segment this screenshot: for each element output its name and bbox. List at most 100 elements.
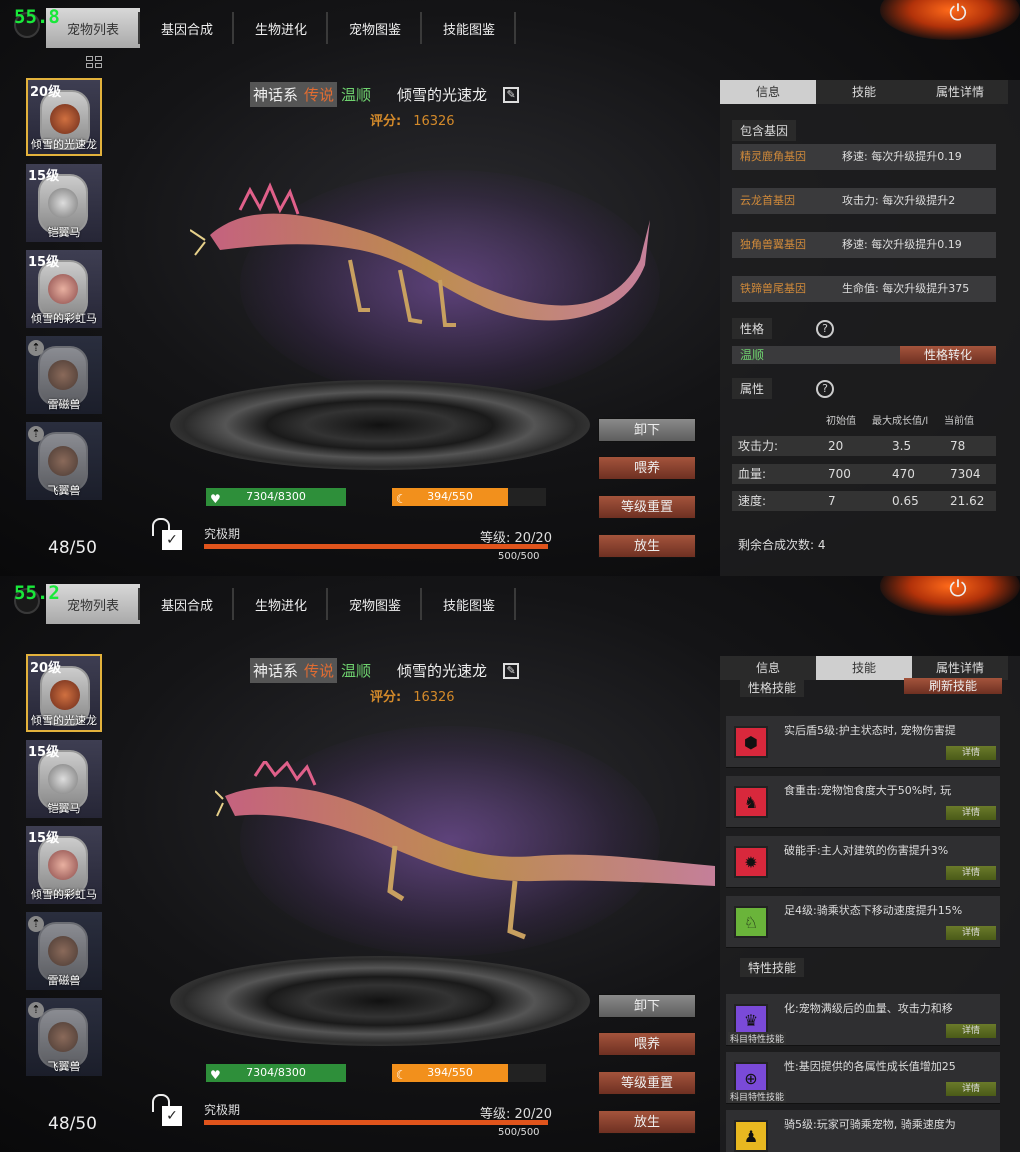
pet-name: 倾雪的彩虹马 bbox=[31, 888, 97, 901]
dragon-model bbox=[190, 182, 650, 327]
food-icon: ☾ bbox=[396, 492, 407, 506]
pet-card-2[interactable]: 15级 铠翼马 bbox=[26, 740, 102, 818]
food-icon: ☾ bbox=[396, 1068, 407, 1082]
unequip-button[interactable]: 卸下 bbox=[598, 994, 696, 1018]
health-text: 7304/8300 bbox=[246, 490, 306, 503]
tab-evolution[interactable]: 生物进化 bbox=[234, 584, 328, 624]
tab-pet-list[interactable]: 宠物列表 bbox=[46, 584, 140, 624]
pet-name: 飞翼兽 bbox=[47, 1060, 81, 1073]
power-icon[interactable]: ⏻ bbox=[946, 2, 970, 26]
pet-portrait bbox=[48, 188, 78, 218]
release-button[interactable]: 放生 bbox=[598, 1110, 696, 1134]
gene-row: 云龙首基因 攻击力: 每次升级提升2 bbox=[732, 188, 996, 214]
release-button[interactable]: 放生 bbox=[598, 534, 696, 558]
tab-skills[interactable]: 技能 bbox=[816, 80, 912, 104]
reset-level-button[interactable]: 等级重置 bbox=[598, 495, 696, 519]
temperament-title: 性格 bbox=[732, 318, 773, 339]
skill-details-button[interactable]: 详情 bbox=[946, 866, 996, 880]
gear-icon: ✹ bbox=[734, 846, 768, 878]
skill-desc: 化:宠物满级后的血量、攻击力和移 bbox=[784, 1002, 953, 1015]
pet-list: 20级 倾雪的光速龙 15级 铠翼马 15级 倾雪的彩虹马 ⇡ 雷磁兽 ⇡ 飞翼… bbox=[26, 654, 104, 1084]
gene-name: 铁蹄兽尾基因 bbox=[740, 282, 806, 295]
skill-row[interactable]: ♞ 食重击:宠物饱食度大于50%时, 玩 详情 bbox=[726, 776, 1000, 828]
pet-name: 铠翼马 bbox=[47, 226, 81, 239]
tab-pet-codex[interactable]: 宠物图鉴 bbox=[328, 8, 422, 48]
info-panel: 信息 技能 属性详情 包含基因 精灵鹿角基因 移速: 每次升级提升0.19 云龙首… bbox=[720, 80, 1020, 576]
tab-attr-details[interactable]: 属性详情 bbox=[912, 656, 1008, 680]
pet-header: 神话系 传说 温顺 倾雪的光速龙 ✎ bbox=[250, 658, 520, 683]
pet-card-4[interactable]: ⇡ 雷磁兽 bbox=[26, 336, 102, 414]
skill-details-button[interactable]: 详情 bbox=[946, 746, 996, 760]
power-icon[interactable]: ⏻ bbox=[946, 578, 970, 602]
pet-card-1[interactable]: 20级 倾雪的光速龙 bbox=[26, 654, 102, 732]
skill-desc: 足4级:骑乘状态下移动速度提升15% bbox=[784, 904, 963, 917]
pet-card-4[interactable]: ⇡ 雷磁兽 bbox=[26, 912, 102, 990]
tab-skills[interactable]: 技能 bbox=[816, 656, 912, 680]
skills-panel: 信息 技能 属性详情 性格技能 刷新技能 ⬢ 实后盾5级:护主状态时, 宠物伤害… bbox=[720, 656, 1020, 1152]
feed-button[interactable]: 喂养 bbox=[598, 1032, 696, 1056]
pet-card-5[interactable]: ⇡ 飞翼兽 bbox=[26, 998, 102, 1076]
hunger-bar-track bbox=[508, 488, 546, 506]
pet-header: 神话系 传说 温顺 倾雪的光速龙 ✎ bbox=[250, 82, 520, 107]
edit-icon[interactable]: ✎ bbox=[503, 86, 520, 103]
skill-row[interactable]: ♛ 化:宠物满级后的血量、攻击力和移 详情 科目特性技能 bbox=[726, 994, 1000, 1046]
attr-header-growth: 最大成长值/l bbox=[872, 416, 929, 427]
skill-row[interactable]: ♟ 骑5级:玩家可骑乘宠物, 骑乘速度为 bbox=[726, 1110, 1000, 1152]
attr-current: 7304 bbox=[950, 467, 981, 481]
tab-skill-codex[interactable]: 技能图鉴 bbox=[422, 584, 516, 624]
pet-portrait bbox=[48, 446, 78, 476]
unequip-button[interactable]: 卸下 bbox=[598, 418, 696, 442]
lock-icon: ⇡ bbox=[28, 426, 44, 442]
pet-card-3[interactable]: 15级 倾雪的彩虹马 bbox=[26, 250, 102, 328]
tab-pet-list[interactable]: 宠物列表 bbox=[46, 8, 140, 48]
skill-row[interactable]: ♘ 足4级:骑乘状态下移动速度提升15% 详情 bbox=[726, 896, 1000, 948]
tab-skill-codex[interactable]: 技能图鉴 bbox=[422, 8, 516, 48]
display-platform bbox=[170, 956, 590, 1046]
beast-icon: ♞ bbox=[734, 786, 768, 818]
pet-card-5[interactable]: ⇡ 飞翼兽 bbox=[26, 422, 102, 500]
skill-details-button[interactable]: 详情 bbox=[946, 1082, 996, 1096]
tab-attr-details[interactable]: 属性详情 bbox=[912, 80, 1008, 104]
main-tabs: 宠物列表 基因合成 生物进化 宠物图鉴 技能图鉴 bbox=[46, 584, 516, 624]
pet-level: 20级 bbox=[30, 661, 62, 676]
attr-header-current: 当前值 bbox=[944, 416, 974, 427]
attributes-title: 属性 bbox=[732, 378, 773, 399]
help-icon[interactable]: ? bbox=[816, 320, 834, 338]
convert-temperament-button[interactable]: 性格转化 bbox=[900, 346, 996, 364]
skill-details-button[interactable]: 详情 bbox=[946, 1024, 996, 1038]
lock-checkbox[interactable]: ✓ bbox=[162, 1106, 182, 1126]
skill-details-button[interactable]: 详情 bbox=[946, 926, 996, 940]
skill-details-button[interactable]: 详情 bbox=[946, 806, 996, 820]
tab-gene-synthesis[interactable]: 基因合成 bbox=[140, 584, 234, 624]
tab-info[interactable]: 信息 bbox=[720, 656, 816, 680]
pet-count: 48/50 bbox=[48, 538, 97, 558]
refresh-skills-button[interactable]: 刷新技能 bbox=[904, 678, 1002, 694]
help-icon[interactable]: ? bbox=[816, 380, 834, 398]
grid-view-icon[interactable] bbox=[86, 56, 104, 70]
tab-info[interactable]: 信息 bbox=[720, 80, 816, 104]
pet-portrait bbox=[48, 360, 78, 390]
lock-icon: ⇡ bbox=[28, 1002, 44, 1018]
skill-row[interactable]: ⊕ 性:基因提供的各属性成长值增加25 详情 科目特性技能 bbox=[726, 1052, 1000, 1104]
tab-gene-synthesis[interactable]: 基因合成 bbox=[140, 8, 234, 48]
tab-evolution[interactable]: 生物进化 bbox=[234, 8, 328, 48]
mount-icon: ♘ bbox=[734, 906, 768, 938]
skill-row[interactable]: ⬢ 实后盾5级:护主状态时, 宠物伤害提 详情 bbox=[726, 716, 1000, 768]
hunger-text: 394/550 bbox=[427, 490, 473, 503]
edit-icon[interactable]: ✎ bbox=[503, 662, 520, 679]
panel-tabs: 信息 技能 属性详情 bbox=[720, 656, 1020, 680]
feed-button[interactable]: 喂养 bbox=[598, 456, 696, 480]
tab-pet-codex[interactable]: 宠物图鉴 bbox=[328, 584, 422, 624]
pet-name: 飞翼兽 bbox=[47, 484, 81, 497]
pet-card-2[interactable]: 15级 铠翼马 bbox=[26, 164, 102, 242]
pet-level: 15级 bbox=[28, 831, 60, 846]
pet-card-3[interactable]: 15级 倾雪的彩虹马 bbox=[26, 826, 102, 904]
reset-level-button[interactable]: 等级重置 bbox=[598, 1071, 696, 1095]
attr-name: 速度: bbox=[738, 494, 767, 508]
lock-checkbox[interactable]: ✓ bbox=[162, 530, 182, 550]
skill-desc: 性:基因提供的各属性成长值增加25 bbox=[784, 1060, 956, 1073]
skill-row[interactable]: ✹ 破能手:主人对建筑的伤害提升3% 详情 bbox=[726, 836, 1000, 888]
pet-card-1[interactable]: 20级 倾雪的光速龙 bbox=[26, 78, 102, 156]
gene-name: 精灵鹿角基因 bbox=[740, 150, 806, 163]
gene-effect: 生命值: 每次升级提升375 bbox=[842, 282, 970, 295]
